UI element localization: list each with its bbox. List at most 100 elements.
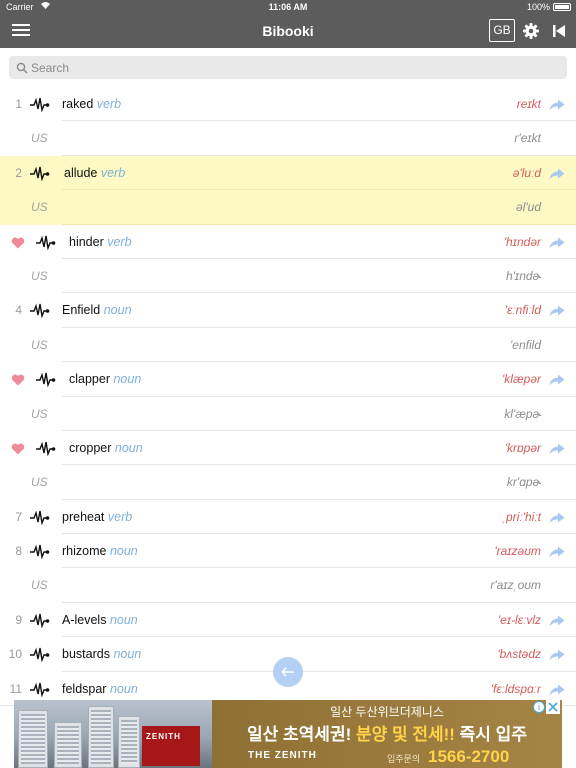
search-input[interactable] [31, 59, 551, 76]
entry-row[interactable]: 8 rhizome noun 'raɪzəʊm [0, 534, 576, 569]
entry-word-line: feldspar noun [62, 682, 138, 696]
entry-row[interactable]: clapper noun 'klæpər [0, 362, 576, 397]
play-audio-icon[interactable] [30, 302, 50, 319]
entry-word-line: clapper noun [69, 372, 141, 386]
entry-row[interactable]: 4 Enfield noun 'ɛːnfiːld [0, 293, 576, 328]
entry-ipa: 'hɪndər [503, 234, 541, 249]
status-bar: Carrier 11:06 AM 100% [0, 0, 576, 14]
entry-word: feldspar [62, 681, 107, 696]
play-audio-icon[interactable] [30, 612, 50, 629]
entry-part-of-speech: noun [113, 372, 142, 387]
us-label: US [31, 268, 48, 283]
entry-us-row: US kl'æpɚ [0, 396, 576, 431]
entry-us-row: US h'ɪndɚ [0, 258, 576, 294]
entry-word-line: Enfield noun [62, 303, 132, 317]
play-audio-icon[interactable] [36, 371, 56, 388]
ad-info-icon[interactable]: i [533, 701, 545, 713]
share-icon[interactable] [549, 98, 565, 111]
entry-part-of-speech: verb [100, 165, 126, 180]
entry-part-of-speech: noun [109, 544, 138, 559]
entry-word-line: preheat verb [62, 510, 132, 524]
entry-row[interactable]: hinder verb 'hɪndər [0, 224, 576, 259]
entry-part-of-speech: verb [107, 234, 132, 249]
entry-us-row: US 'enfild [0, 327, 576, 363]
app-root: Carrier 11:06 AM 100% Bibooki GB Search … [0, 0, 576, 768]
entry-ipa: 'bʌstədz [497, 647, 541, 662]
ad-text-panel: 일산 두산위브더제니스 일산 초역세권! 분양 및 전세!! 즉시 입주 THE… [212, 700, 562, 768]
entry-row[interactable]: 2 allude verb ə'luːd [0, 155, 576, 191]
skip-back-icon[interactable] [552, 24, 566, 38]
ad-banner[interactable]: ZENITH 일산 두산위브더제니스 일산 초역세권! 분양 및 전세!! 즉시… [14, 700, 562, 768]
play-audio-icon[interactable] [30, 165, 50, 182]
ad-building-image: ZENITH [14, 700, 212, 768]
scroll-fab-button[interactable] [273, 657, 303, 687]
ad-top-line: 일산 두산위브더제니스 [330, 705, 444, 719]
entry-ipa: 'ɛːnfiːld [504, 303, 541, 318]
entry-word: Enfield [62, 303, 101, 318]
entry-row[interactable]: 9 A-levels noun 'eɪ-lɛːvlz [0, 602, 576, 638]
entry-ipa: ˌpriː'hiːt [502, 509, 541, 524]
gear-icon[interactable] [522, 22, 540, 40]
us-ipa: r'eɪkt [514, 131, 541, 146]
play-audio-icon[interactable] [30, 543, 50, 560]
share-icon[interactable] [549, 373, 565, 386]
entry-row[interactable]: cropper noun 'krɒpər [0, 430, 576, 466]
ad-close-icon[interactable] [546, 700, 560, 714]
entry-word: clapper [69, 372, 110, 387]
share-icon[interactable] [549, 236, 565, 249]
share-icon[interactable] [549, 442, 565, 455]
entry-ipa: 'fɛːldspɑːr [490, 681, 541, 696]
share-icon[interactable] [549, 545, 565, 558]
entry-row[interactable]: 7 preheat verb ˌpriː'hiːt [0, 499, 576, 535]
entry-part-of-speech: verb [107, 509, 133, 524]
entry-part-of-speech: noun [109, 681, 138, 696]
share-icon[interactable] [549, 648, 565, 661]
language-gb-button[interactable]: GB [489, 19, 515, 42]
ad-sign-text: ZENITH [146, 732, 181, 741]
play-audio-icon[interactable] [30, 509, 50, 526]
entry-part-of-speech: noun [103, 303, 132, 318]
play-audio-icon[interactable] [30, 681, 50, 698]
share-icon[interactable] [549, 683, 565, 696]
us-label: US [31, 578, 48, 593]
play-audio-icon[interactable] [30, 646, 50, 663]
entry-row[interactable]: 1 raked verb reɪkt [0, 87, 576, 122]
word-list: 1 raked verb reɪkt US r'eɪkt 2 allude verb ə'lu… [0, 87, 576, 707]
entry-number: 7 [15, 509, 22, 524]
us-ipa: kr'ɑpɚ [506, 475, 541, 490]
entry-word: cropper [69, 440, 112, 455]
entry-us-row: US r'eɪkt [0, 121, 576, 156]
entry-word: allude [64, 165, 98, 180]
us-ipa: r'aɪzˌoʊm [490, 578, 541, 593]
entry-us-row: US kr'ɑpɚ [0, 465, 576, 500]
play-audio-icon[interactable] [30, 96, 50, 113]
entry-number: 4 [15, 303, 22, 318]
search-field[interactable] [9, 56, 567, 79]
play-audio-icon[interactable] [36, 440, 56, 457]
entry-part-of-speech: noun [109, 612, 138, 627]
entry-number: 1 [15, 97, 22, 111]
entry-part-of-speech: noun [113, 647, 142, 662]
entry-word: rhizome [62, 544, 107, 559]
heart-icon[interactable] [11, 236, 25, 249]
entry-ipa: reɪkt [516, 97, 541, 111]
heart-icon[interactable] [11, 442, 25, 455]
us-ipa: 'enfild [510, 337, 541, 352]
battery-icon [553, 3, 571, 11]
entry-us-row: US r'aɪzˌoʊm [0, 568, 576, 603]
entry-word: A-levels [62, 612, 107, 627]
share-icon[interactable] [549, 304, 565, 317]
share-icon[interactable] [549, 167, 565, 180]
ad-headline-part3: 즉시 입주 [459, 725, 527, 744]
ad-headline-part2: 분양 및 전세!! [355, 725, 460, 744]
share-icon[interactable] [549, 614, 565, 627]
heart-icon[interactable] [11, 373, 25, 386]
entry-word-line: hinder verb [69, 235, 132, 249]
entry-ipa: 'krɒpər [504, 440, 541, 455]
search-bar [0, 48, 576, 88]
us-ipa: əl'ud [516, 200, 541, 215]
share-icon[interactable] [549, 511, 565, 524]
ad-headline-part1: 일산 초역세권! [247, 725, 356, 744]
us-label: US [31, 200, 48, 215]
play-audio-icon[interactable] [36, 234, 56, 251]
